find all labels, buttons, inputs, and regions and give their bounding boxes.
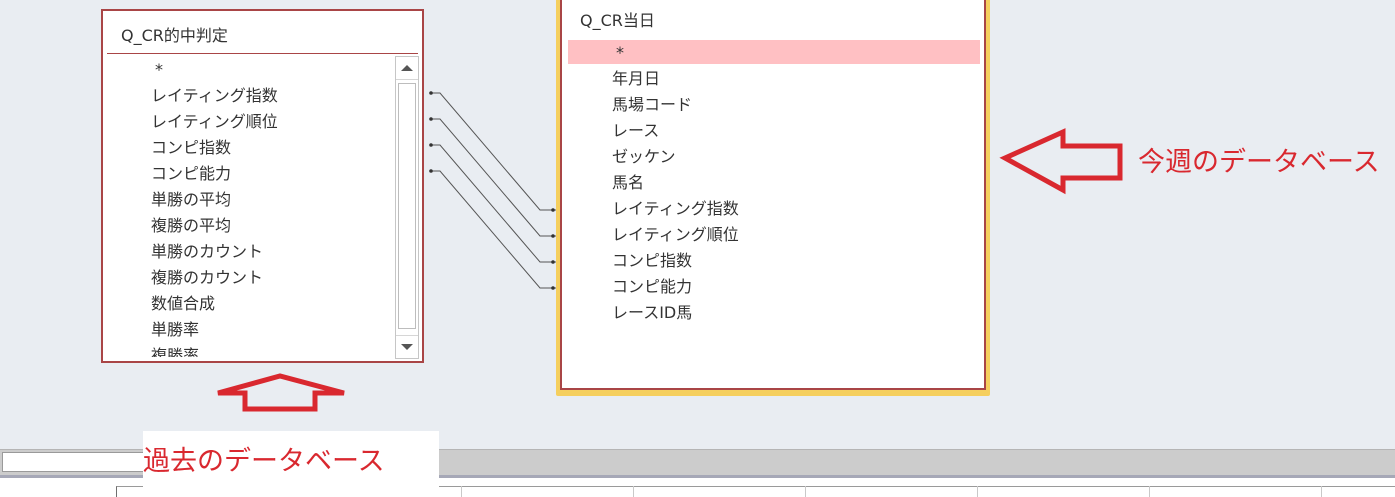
arrow-left-icon <box>999 128 1123 195</box>
past-database-label: 過去のデータベース <box>143 446 385 477</box>
diagram-overlay <box>217 91 1123 412</box>
join-line-rating-rank[interactable] <box>431 118 556 237</box>
join-line-compi-index[interactable] <box>431 144 556 263</box>
grid-column-divider <box>633 486 634 497</box>
current-week-database-label: 今週のデータベース <box>1138 147 1380 178</box>
grid-column-divider <box>1149 486 1150 497</box>
join-endpoints <box>429 91 555 290</box>
arrow-up-icon <box>217 373 345 412</box>
grid-column-divider <box>805 486 806 497</box>
join-line-compi-ability[interactable] <box>431 170 556 289</box>
join-line-rating-index[interactable] <box>431 92 556 211</box>
grid-column-divider <box>461 486 462 497</box>
grid-column-divider <box>1321 486 1322 497</box>
grid-column-divider <box>977 486 978 497</box>
